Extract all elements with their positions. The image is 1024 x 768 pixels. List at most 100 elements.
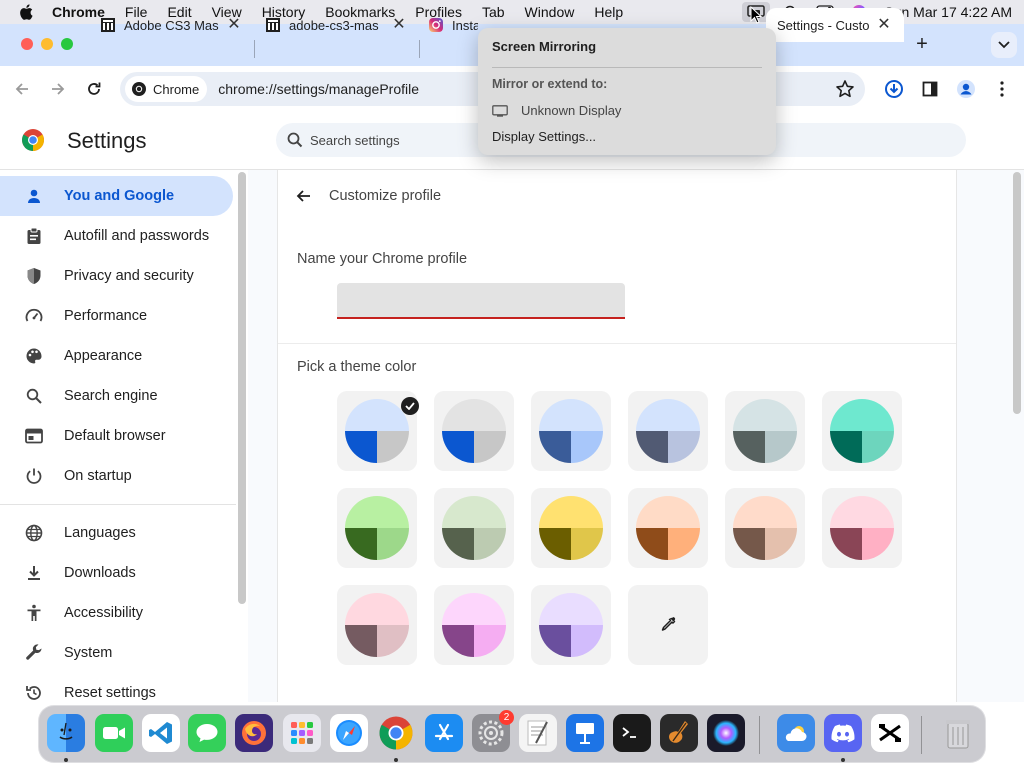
discord-icon[interactable] [824, 714, 862, 752]
sidebar-item-label: Accessibility [64, 605, 143, 621]
sidebar-item-default-browser[interactable]: Default browser [0, 416, 233, 456]
accessibility-icon [24, 603, 44, 623]
side-panel-button[interactable] [918, 77, 942, 101]
sidebar-item-reset[interactable]: Reset settings [0, 673, 233, 702]
display-settings-link[interactable]: Display Settings... [492, 129, 596, 144]
sidebar-item-label: Default browser [64, 428, 166, 444]
menu-tab[interactable]: Tab [472, 4, 515, 20]
firefox-icon[interactable] [235, 714, 273, 752]
tab-divider [419, 40, 420, 58]
sidebar-item-you-and-google[interactable]: You and Google [0, 176, 233, 216]
capcut-icon[interactable] [871, 714, 909, 752]
tab-divider [254, 40, 255, 58]
reload-button[interactable] [82, 77, 106, 101]
tab-settings[interactable]: Settings - Custo ✕ [766, 8, 904, 42]
textedit-icon[interactable] [519, 714, 557, 752]
chrome-menu-button[interactable] [990, 77, 1014, 101]
weather-icon[interactable] [777, 714, 815, 752]
tab-search-button[interactable] [991, 32, 1017, 58]
back-button[interactable] [10, 77, 34, 101]
tab-adobe-cs3-2[interactable]: adobe-cs3-mas ✕ [255, 8, 417, 42]
theme-swatch[interactable] [725, 488, 805, 568]
theme-swatch[interactable] [822, 391, 902, 471]
sidebar-item-appearance[interactable]: Appearance [0, 336, 233, 376]
url-text[interactable]: chrome://settings/manageProfile [218, 81, 419, 97]
notification-badge: 2 [499, 710, 514, 725]
close-tab-icon[interactable]: ✕ [876, 17, 892, 33]
archive-icon [265, 17, 281, 33]
theme-swatch[interactable] [531, 585, 611, 665]
theme-swatch[interactable] [822, 488, 902, 568]
sidebar-item-on-startup[interactable]: On startup [0, 456, 233, 496]
sidebar-item-performance[interactable]: Performance [0, 296, 233, 336]
safari-icon[interactable] [330, 714, 368, 752]
popover-subtitle: Mirror or extend to: [492, 77, 608, 91]
terminal-icon[interactable] [613, 714, 651, 752]
facetime-icon[interactable] [95, 714, 133, 752]
bookmark-star-icon[interactable] [835, 79, 855, 99]
theme-swatch[interactable] [337, 585, 417, 665]
tab-adobe-cs3-1[interactable]: Adobe CS3 Mas ✕ [90, 8, 252, 42]
close-window-button[interactable] [21, 38, 33, 50]
close-tab-icon[interactable]: ✕ [226, 17, 242, 33]
garageband-icon[interactable] [660, 714, 698, 752]
shield-icon [24, 266, 44, 286]
theme-swatch[interactable] [628, 488, 708, 568]
app-store-icon[interactable] [425, 714, 463, 752]
theme-swatch[interactable] [531, 391, 611, 471]
popover-divider [492, 67, 762, 68]
profile-button[interactable] [954, 77, 978, 101]
forward-button[interactable] [46, 77, 70, 101]
theme-swatch[interactable] [434, 488, 514, 568]
theme-swatch[interactable] [337, 488, 417, 568]
avatar-icon [957, 80, 975, 98]
sidebar-item-autofill[interactable]: Autofill and passwords [0, 216, 233, 256]
menu-help[interactable]: Help [584, 4, 633, 20]
theme-swatch[interactable] [628, 391, 708, 471]
theme-swatch[interactable] [725, 391, 805, 471]
profile-name-input[interactable] [337, 283, 625, 319]
back-arrow-button[interactable] [294, 186, 314, 206]
sidebar-item-search-engine[interactable]: Search engine [0, 376, 233, 416]
kebab-menu-icon [1000, 81, 1004, 97]
sidebar-item-system[interactable]: System [0, 633, 233, 673]
close-tab-icon[interactable]: ✕ [391, 17, 407, 33]
chevron-down-icon [998, 41, 1010, 49]
trash-icon[interactable] [939, 714, 977, 752]
sidebar-item-languages[interactable]: Languages [0, 513, 233, 553]
sidebar-item-downloads[interactable]: Downloads [0, 553, 233, 593]
sidebar-item-accessibility[interactable]: Accessibility [0, 593, 233, 633]
sidebar-item-privacy[interactable]: Privacy and security [0, 256, 233, 296]
vscode-icon[interactable] [142, 714, 180, 752]
checkmark-icon [401, 397, 419, 415]
system-settings-icon[interactable]: 2 [472, 710, 514, 752]
zoom-window-button[interactable] [61, 38, 73, 50]
sidebar-scrollbar[interactable] [238, 172, 246, 604]
minimize-window-button[interactable] [41, 38, 53, 50]
main-scrollbar[interactable] [1013, 172, 1021, 414]
sidebar-item-label: Autofill and passwords [64, 228, 210, 244]
custom-color-button[interactable] [628, 585, 708, 665]
siri-app-icon[interactable] [707, 714, 745, 752]
downloads-button[interactable] [882, 77, 906, 101]
popover-title: Screen Mirroring [492, 39, 597, 54]
apple-menu-icon[interactable] [0, 4, 52, 20]
sidebar-divider [0, 504, 236, 505]
keynote-icon[interactable] [566, 714, 604, 752]
theme-swatch[interactable] [531, 488, 611, 568]
launchpad-icon[interactable] [283, 714, 321, 752]
messages-icon[interactable] [188, 714, 226, 752]
display-option-label: Unknown Display [521, 103, 622, 118]
theme-swatch[interactable] [434, 391, 514, 471]
menu-window[interactable]: Window [515, 4, 585, 20]
new-tab-button[interactable]: + [912, 34, 932, 54]
display-option-unknown[interactable]: Unknown Display [492, 103, 621, 118]
tab-instagram[interactable]: Insta [418, 8, 478, 42]
finder-icon[interactable] [47, 714, 85, 752]
search-placeholder: Search settings [310, 132, 400, 148]
site-info-chip[interactable]: Chrome [125, 76, 208, 102]
running-indicator [394, 758, 398, 762]
chrome-app-icon[interactable] [377, 714, 415, 752]
theme-swatch[interactable] [337, 391, 419, 471]
theme-swatch[interactable] [434, 585, 514, 665]
